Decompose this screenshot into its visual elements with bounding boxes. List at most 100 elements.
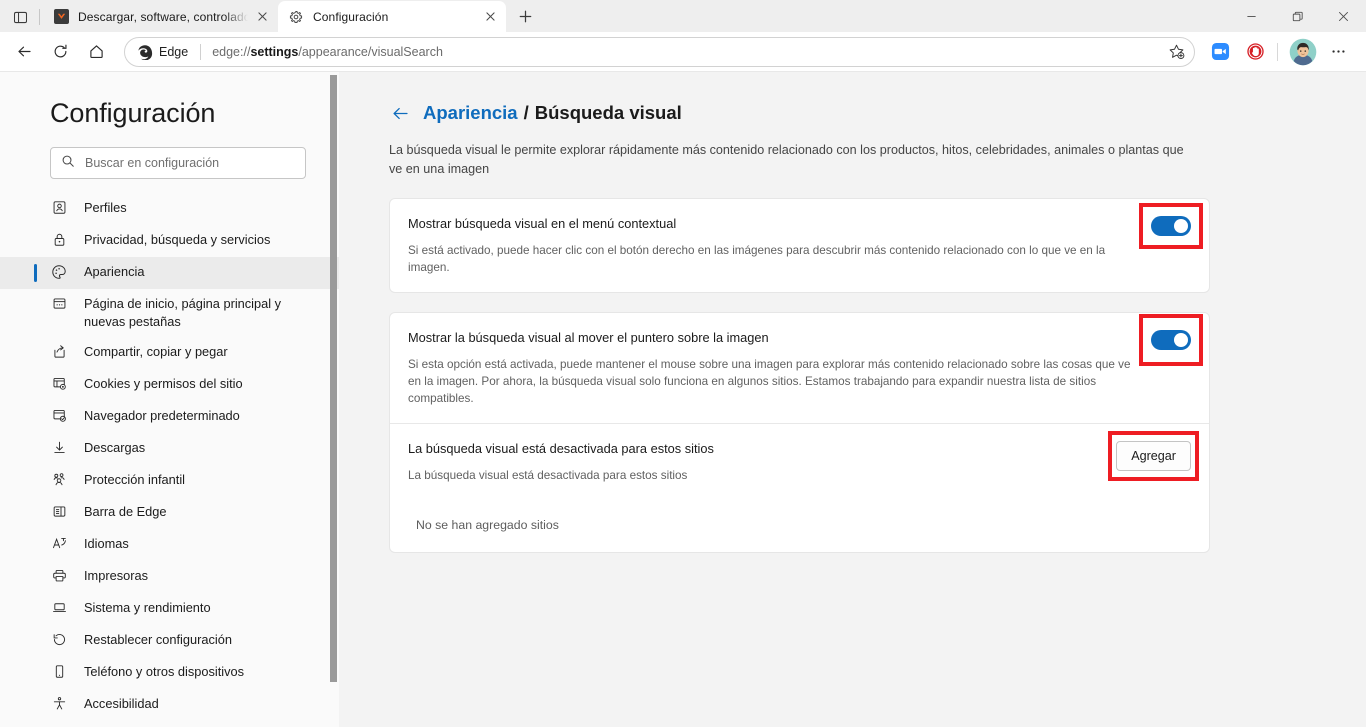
- toolbar-divider: [1277, 42, 1278, 61]
- sidebar-item-label: Barra de Edge: [84, 504, 167, 519]
- setting-description: La búsqueda visual está desactivada para…: [408, 469, 688, 482]
- tab-title: Configuración: [313, 9, 389, 24]
- ninite-icon: [53, 9, 69, 25]
- breadcrumb: Apariencia / Búsqueda visual: [389, 102, 1366, 124]
- setting-row-blocked-sites: La búsqueda visual está desactivada para…: [390, 424, 1209, 500]
- default-browser-icon: [50, 408, 68, 423]
- refresh-button[interactable]: [44, 36, 76, 68]
- breadcrumb-parent-link[interactable]: Apariencia: [423, 102, 518, 124]
- sidebar-item-restablecer[interactable]: Restablecer configuración: [0, 625, 339, 657]
- sidebar-item-sistema-rendimiento[interactable]: Sistema y rendimiento: [0, 593, 339, 625]
- sidebar-item-telefono[interactable]: Teléfono y otros dispositivos: [0, 657, 339, 689]
- tab-title: Descargar, software, controlador: [78, 9, 248, 24]
- omnibox-divider: [200, 43, 202, 60]
- back-arrow-icon[interactable]: [389, 102, 411, 124]
- tab-configuracion[interactable]: Configuración: [278, 1, 506, 32]
- sidebar-item-idiomas[interactable]: Idiomas: [0, 529, 339, 561]
- sidebar-item-compartir[interactable]: Compartir, copiar y pegar: [0, 337, 339, 369]
- settings-content: Apariencia / Búsqueda visual La búsqueda…: [339, 72, 1366, 727]
- sidebar-scrollbar[interactable]: [330, 75, 337, 682]
- avatar[interactable]: [1287, 36, 1319, 68]
- window-controls: [1228, 0, 1366, 32]
- sidebar-item-label: Perfiles: [84, 200, 127, 215]
- close-icon[interactable]: [480, 7, 500, 27]
- sidebar-item-cookies[interactable]: Cookies y permisos del sitio: [0, 369, 339, 401]
- more-options-button[interactable]: [1322, 36, 1354, 68]
- hover-and-sites-card: Mostrar la búsqueda visual al mover el p…: [389, 312, 1210, 553]
- highlight-box-add-button: Agregar: [1108, 431, 1199, 481]
- setting-title: La búsqueda visual está desactivada para…: [408, 441, 714, 456]
- tab-strip: Descargar, software, controlador Configu…: [0, 0, 1228, 32]
- setting-title: Mostrar la búsqueda visual al mover el p…: [408, 330, 769, 345]
- reset-icon: [50, 632, 68, 647]
- setting-description: Si esta opción está activada, puede mant…: [408, 358, 1131, 405]
- sidebar-item-barra-edge[interactable]: Barra de Edge: [0, 497, 339, 529]
- gear-icon: [288, 9, 304, 25]
- context-menu-setting-card: Mostrar búsqueda visual en el menú conte…: [389, 198, 1210, 293]
- empty-state-text: No se han agregado sitios: [416, 518, 559, 532]
- startpage-icon: [50, 296, 68, 311]
- profile-icon: [50, 200, 68, 215]
- tab-search-button[interactable]: [4, 2, 36, 32]
- sidebar-item-label: Sistema y rendimiento: [84, 600, 211, 615]
- new-tab-button[interactable]: [510, 2, 540, 30]
- sidebar-item-label: Teléfono y otros dispositivos: [84, 664, 245, 679]
- sidebar-item-apariencia[interactable]: Apariencia: [0, 257, 339, 289]
- sidebar-item-label: Privacidad, búsqueda y servicios: [84, 232, 271, 247]
- sidebar-item-label: Cookies y permisos del sitio: [84, 376, 243, 391]
- sidebar-item-accesibilidad[interactable]: Accesibilidad: [0, 689, 339, 721]
- system-icon: [50, 600, 68, 615]
- close-icon[interactable]: [252, 7, 272, 27]
- blocked-sites-empty-state: No se han agregado sitios: [390, 500, 1209, 552]
- context-menu-visual-search-toggle[interactable]: [1151, 216, 1191, 236]
- browser-window: Descargar, software, controlador Configu…: [0, 0, 1366, 727]
- search-settings-box[interactable]: [50, 147, 306, 179]
- highlight-box-hover-toggle: [1139, 314, 1203, 366]
- adblock-extension-icon[interactable]: [1239, 36, 1271, 68]
- title-bar: Descargar, software, controlador Configu…: [0, 0, 1366, 32]
- sidebar-item-label: Apariencia: [84, 264, 145, 279]
- breadcrumb-separator: /: [523, 102, 529, 123]
- sidebar-item-label: Compartir, copiar y pegar: [84, 344, 228, 359]
- edge-chip-label: Edge: [159, 44, 189, 59]
- tab-strip-divider: [39, 9, 40, 25]
- zoom-extension-icon[interactable]: [1204, 36, 1236, 68]
- breadcrumb-current: Búsqueda visual: [534, 102, 682, 123]
- hover-visual-search-toggle[interactable]: [1151, 330, 1191, 350]
- url-prefix: edge://: [212, 44, 251, 59]
- restore-button[interactable]: [1274, 0, 1320, 32]
- search-icon: [61, 154, 75, 173]
- sidebar-item-privacidad[interactable]: Privacidad, búsqueda y servicios: [0, 225, 339, 257]
- edge-bar-icon: [50, 504, 68, 519]
- add-site-button[interactable]: Agregar: [1116, 441, 1191, 471]
- tab-descargar-software[interactable]: Descargar, software, controlador: [43, 1, 278, 32]
- toggle-knob: [1174, 219, 1188, 233]
- url-suffix: /appearance/visualSearch: [298, 44, 443, 59]
- sidebar-item-pagina-inicio[interactable]: Página de inicio, página principal y nue…: [0, 289, 339, 337]
- download-icon: [50, 440, 68, 455]
- cookies-icon: [50, 376, 68, 391]
- search-input[interactable]: [85, 156, 295, 170]
- sidebar-item-navegador-predeterminado[interactable]: Navegador predeterminado: [0, 401, 339, 433]
- toggle-knob: [1174, 333, 1188, 347]
- sidebar-item-impresoras[interactable]: Impresoras: [0, 561, 339, 593]
- share-icon: [50, 344, 68, 359]
- omnibox-actions: [1162, 39, 1190, 65]
- sidebar-item-label: Idiomas: [84, 536, 129, 551]
- close-button[interactable]: [1320, 0, 1366, 32]
- address-bar[interactable]: Edge edge://settings/appearance/visualSe…: [124, 36, 1195, 67]
- add-favorite-icon[interactable]: [1162, 39, 1190, 65]
- setting-title: Mostrar búsqueda visual en el menú conte…: [408, 216, 677, 231]
- edge-chip: Edge: [137, 44, 188, 60]
- sidebar-item-proteccion-infantil[interactable]: Protección infantil: [0, 465, 339, 497]
- settings-page: Configuración Buscar en configuración Pe…: [0, 72, 1366, 727]
- sidebar-item-descargas[interactable]: Descargas: [0, 433, 339, 465]
- sidebar-item-perfiles[interactable]: Perfiles: [0, 193, 339, 225]
- minimize-button[interactable]: [1228, 0, 1274, 32]
- setting-row-context-menu: Mostrar búsqueda visual en el menú conte…: [390, 199, 1209, 292]
- home-button[interactable]: [80, 36, 112, 68]
- back-button[interactable]: [8, 36, 40, 68]
- accessibility-icon: [50, 696, 68, 711]
- sidebar-item-label: Protección infantil: [84, 472, 186, 487]
- setting-row-hover: Mostrar la búsqueda visual al mover el p…: [390, 313, 1209, 423]
